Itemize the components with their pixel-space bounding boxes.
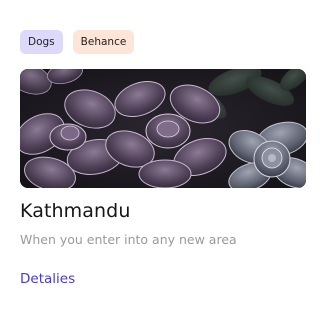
card-title: Kathmandu <box>20 200 131 222</box>
place-card: Dogs Behance Kathmandu When you enter in… <box>0 0 326 320</box>
tag-list: Dogs Behance <box>20 30 135 54</box>
card-image <box>20 69 306 188</box>
succulent-photo <box>20 69 306 188</box>
card-subtitle: When you enter into any new area <box>20 232 237 247</box>
tag-behance[interactable]: Behance <box>72 30 135 54</box>
details-link[interactable]: Detalies <box>20 271 75 287</box>
tag-dogs[interactable]: Dogs <box>20 30 63 54</box>
